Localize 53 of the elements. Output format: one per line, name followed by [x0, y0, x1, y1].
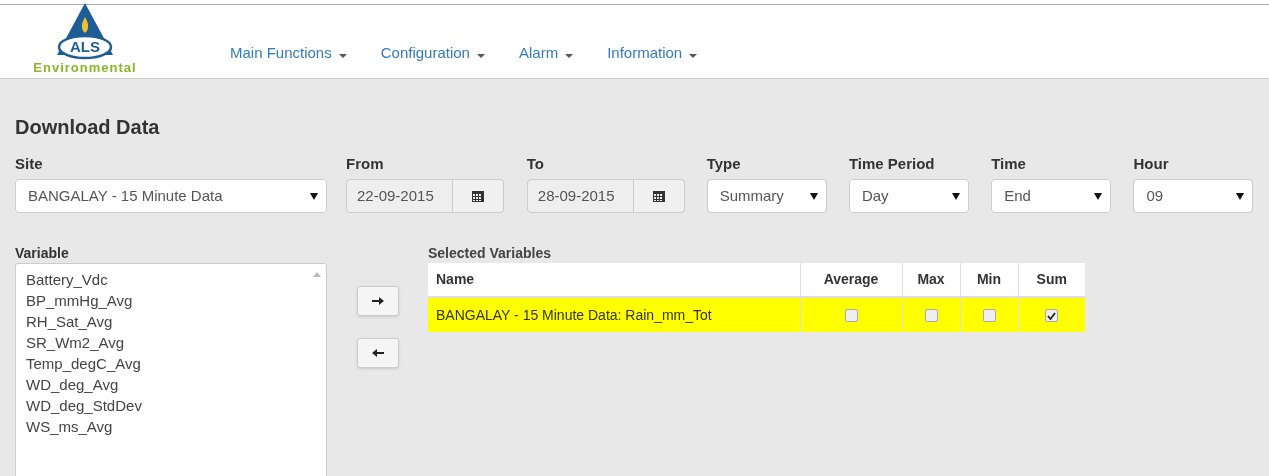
caret-icon — [1236, 192, 1245, 200]
field-label: Time — [991, 154, 1026, 174]
page-title: Download Data — [15, 115, 160, 139]
calendar-icon — [652, 190, 665, 202]
caret-icon — [565, 53, 574, 58]
dropdown[interactable]: BANGALAY - 15 Minute Data — [15, 179, 327, 213]
caret-icon — [809, 192, 818, 200]
add-button[interactable] — [356, 286, 399, 316]
section-label: Selected Variables — [428, 244, 551, 263]
checkbox[interactable] — [982, 309, 996, 323]
list-option[interactable]: BP_mmHg_Avg — [26, 290, 133, 311]
caret-icon — [689, 53, 698, 58]
calendar-button[interactable] — [633, 179, 685, 213]
table-cell[interactable]: BANGALAY - 15 Minute Data: Rain_mm_Tot — [428, 297, 800, 332]
calendar-button[interactable] — [453, 179, 504, 213]
checkbox[interactable] — [1045, 309, 1059, 323]
date-field[interactable]: 28-09-2015 — [526, 179, 634, 213]
caret-icon — [338, 53, 347, 58]
checkbox[interactable] — [844, 309, 858, 323]
field-label: To — [526, 154, 545, 174]
field-label: Time Period — [848, 154, 935, 174]
list-option[interactable]: RH_Sat_Avg — [26, 311, 113, 332]
remove-button[interactable] — [356, 338, 399, 368]
logo-text: Environmental — [33, 61, 137, 75]
list-option[interactable]: WD_deg_Avg — [26, 374, 119, 395]
caret-icon — [1094, 192, 1103, 200]
checkbox[interactable] — [924, 309, 938, 323]
nav-menu[interactable]: Information — [607, 41, 698, 64]
list-option[interactable]: SR_Wm2_Avg — [26, 332, 125, 353]
list-option[interactable]: Temp_degC_Avg — [26, 353, 141, 374]
dropdown[interactable]: End — [991, 179, 1112, 213]
field-label: Variable — [15, 244, 69, 263]
nav-menu[interactable]: Main Functions — [230, 41, 347, 64]
list-option[interactable]: Battery_Vdc — [26, 269, 108, 290]
variable-listbox[interactable]: Battery_Vdc BP_mmHg_Avg RH_Sat_Avg SR_Wm2_Avg Temp_degC_Avg WD_deg_Avg WD_deg_StdDev WS_ms_Avg — [15, 263, 327, 476]
date-field[interactable]: 22-09-2015 — [346, 179, 453, 213]
nav-menu[interactable]: Alarm — [518, 41, 574, 64]
field-label: Hour — [1133, 154, 1169, 174]
left-arrow-icon — [371, 348, 384, 358]
caret-icon — [951, 192, 960, 200]
field-label: From — [346, 154, 384, 174]
right-arrow-icon — [371, 296, 384, 306]
caret-icon — [476, 53, 485, 58]
dropdown[interactable]: Summary — [706, 179, 827, 213]
list-option[interactable]: WS_ms_Avg — [26, 416, 113, 437]
dropdown[interactable]: Day — [848, 179, 969, 213]
field-label: Type — [706, 154, 741, 174]
caret-icon — [310, 192, 318, 200]
list-option[interactable]: WD_deg_StdDev — [26, 395, 142, 416]
field-label: Site — [15, 154, 43, 174]
calendar-icon — [472, 190, 484, 202]
nav-menu[interactable]: Configuration — [380, 41, 485, 64]
dropdown[interactable]: 09 — [1133, 179, 1254, 213]
